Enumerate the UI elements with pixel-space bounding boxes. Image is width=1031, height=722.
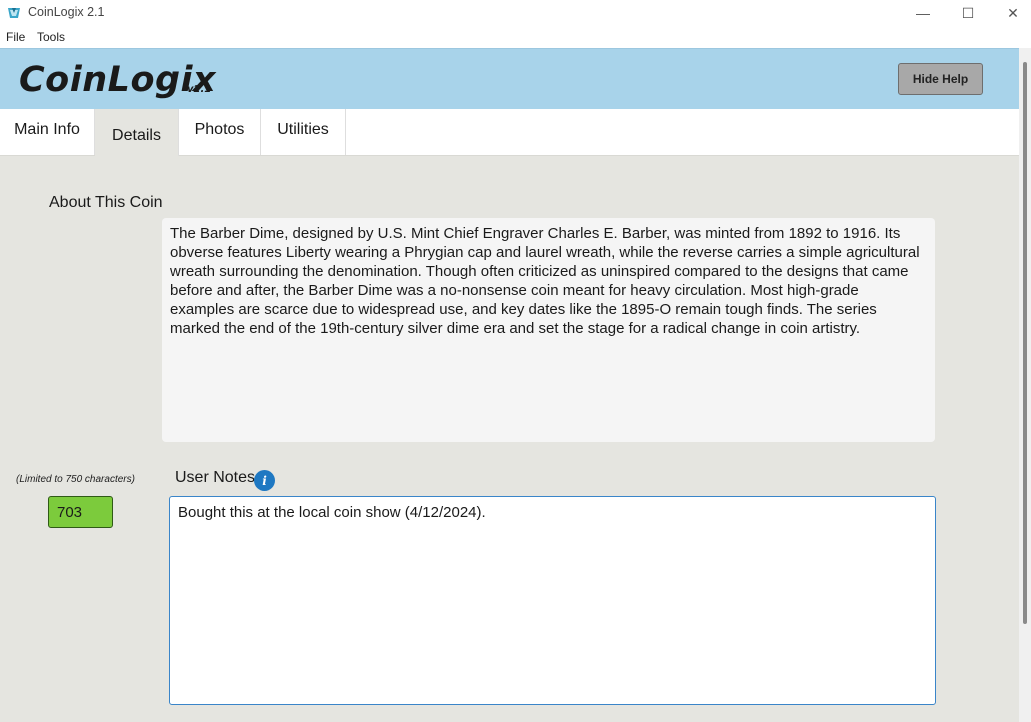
- tab-photos[interactable]: Photos: [179, 109, 261, 155]
- app-header: CoinLogix v2.1 Hide Help: [0, 48, 1019, 109]
- details-panel: About This Coin The Barber Dime, designe…: [0, 156, 1019, 722]
- tab-main-info[interactable]: Main Info: [0, 109, 95, 155]
- vertical-scrollbar[interactable]: [1019, 48, 1031, 722]
- menu-file[interactable]: File: [6, 30, 25, 44]
- user-notes-input[interactable]: [169, 496, 936, 705]
- tab-utilities[interactable]: Utilities: [261, 109, 346, 155]
- tab-details[interactable]: Details: [95, 109, 179, 156]
- character-limit-note: (Limited to 750 characters): [16, 474, 135, 485]
- maximize-button[interactable]: ☐: [945, 0, 991, 26]
- minimize-button[interactable]: —: [900, 0, 946, 26]
- title-bar: CoinLogix 2.1 — ☐ ✕: [0, 0, 1031, 26]
- menu-tools[interactable]: Tools: [37, 30, 65, 44]
- window-title: CoinLogix 2.1: [28, 5, 105, 19]
- scrollbar-thumb[interactable]: [1023, 62, 1027, 624]
- user-notes-label: User Notes: [175, 469, 256, 486]
- tab-bar: Main Info Details Photos Utilities: [0, 109, 1019, 156]
- characters-remaining-counter: 703: [48, 496, 113, 528]
- about-coin-label: About This Coin: [49, 194, 163, 211]
- app-logo-icon: [8, 8, 20, 18]
- menu-bar: File Tools: [0, 26, 1031, 48]
- hide-help-button[interactable]: Hide Help: [898, 63, 983, 95]
- info-icon[interactable]: i: [254, 470, 275, 491]
- close-button[interactable]: ✕: [990, 0, 1031, 26]
- about-coin-text: The Barber Dime, designed by U.S. Mint C…: [162, 218, 935, 442]
- version-label: v2.1: [187, 84, 212, 95]
